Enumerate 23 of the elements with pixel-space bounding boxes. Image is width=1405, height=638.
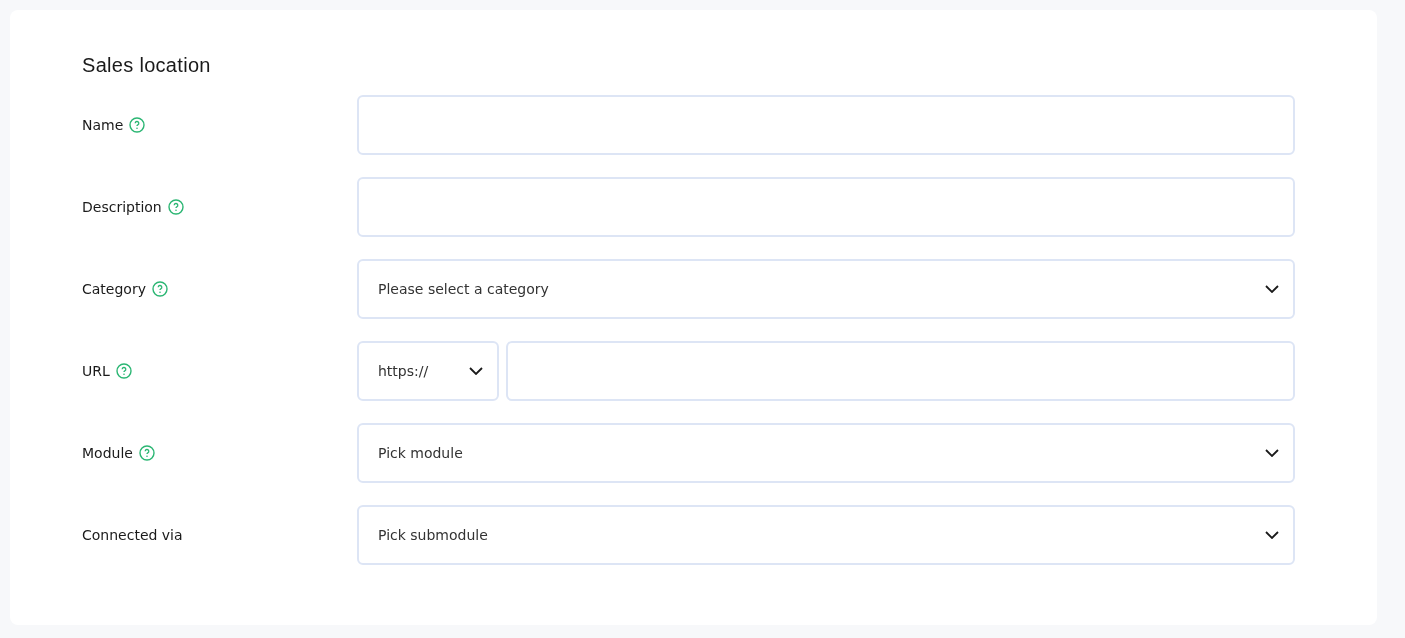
url-field[interactable] — [506, 341, 1295, 401]
chevron-down-icon — [469, 367, 483, 375]
help-icon[interactable] — [138, 445, 155, 461]
select-field[interactable]: Pick module — [357, 423, 1295, 483]
chevron-down-icon — [1265, 285, 1279, 293]
select-field[interactable]: Please select a category — [357, 259, 1295, 319]
chevron-down-icon — [1265, 531, 1279, 539]
help-icon[interactable] — [129, 117, 146, 133]
chevron-down-icon — [1265, 449, 1279, 457]
help-icon[interactable] — [167, 199, 184, 215]
field-label: Description — [82, 199, 162, 215]
select-field[interactable]: Pick submodule — [357, 505, 1295, 565]
field-label: URL — [82, 363, 110, 379]
input-field[interactable] — [357, 95, 1295, 155]
field-label: Category — [82, 281, 146, 297]
input-field[interactable] — [357, 177, 1295, 237]
field-label: Module — [82, 445, 133, 461]
help-icon[interactable] — [151, 281, 168, 297]
select-field[interactable]: https:// — [357, 341, 499, 401]
help-icon[interactable] — [115, 363, 132, 379]
section-title: Sales location — [82, 54, 212, 77]
field-label: Connected via — [82, 527, 183, 543]
field-label: Name — [82, 117, 124, 133]
